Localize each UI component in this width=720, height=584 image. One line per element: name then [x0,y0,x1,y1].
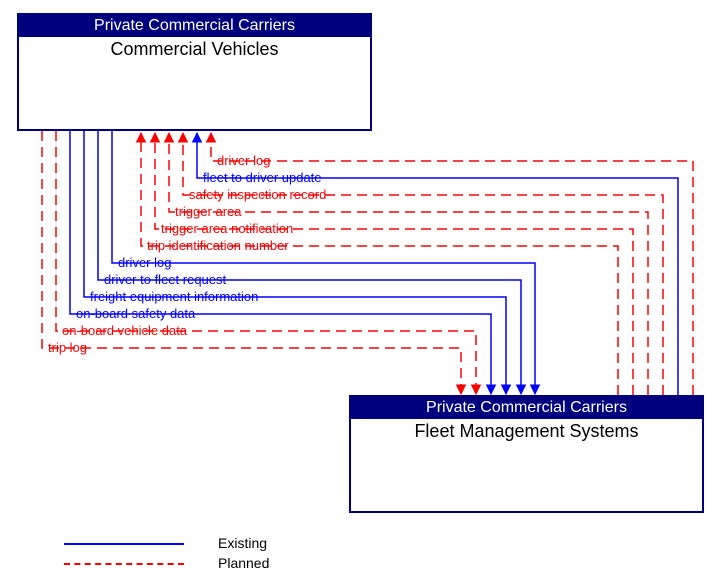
flow-driver-log-existing [112,131,535,394]
flow-label: trigger area notification [161,221,293,236]
flow-label: trigger area [175,204,242,219]
flow-label: trip log [48,340,87,355]
flow-label: safety inspection record [189,187,326,202]
flow-label: on-board vehicle data [62,323,188,338]
flow-label: freight equipment information [90,289,258,304]
flow-label: fleet to driver update [203,170,322,185]
flow-label: driver log [118,255,171,270]
legend-line-existing [64,543,184,545]
legend-line-planned [64,563,184,565]
flow-label: driver to fleet request [104,272,227,287]
flow-label: trip identification number [147,238,289,253]
legend-label-existing: Existing [218,535,267,551]
flow-label: on-board safety data [76,306,196,321]
flow-diagram-svg: driver log fleet to driver update safety… [0,0,720,584]
flow-label: driver log [217,153,270,168]
legend-label-planned: Planned [218,555,269,571]
